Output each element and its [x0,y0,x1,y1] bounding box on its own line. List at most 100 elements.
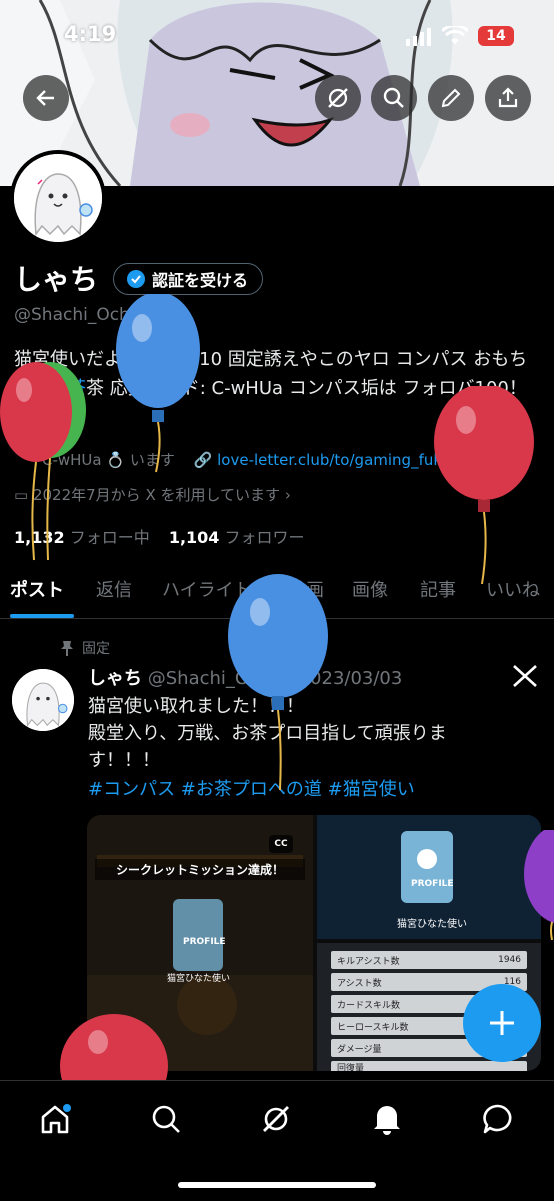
post-text-line: 猫宮使い取れました！！！ [88,696,304,717]
bio-text: フォロバ100！ [402,378,527,399]
search-icon [152,1105,180,1133]
post-header: しゃち @Shachi_Ocha · 2023/03/03 [88,668,403,689]
battery-indicator: 14 [478,26,514,46]
stat-label: キルアシスト数 [337,956,400,967]
profile-bio: 猫宮使いだよーん ☺ ✖10 固定誘えやこのヤロ コンパス おもちゃの茶茶茶 応… [14,346,540,402]
profile-handle: @Shachi_Ocha [14,305,141,325]
tab-highlights[interactable]: ハイライト [162,576,252,602]
grok-icon [263,1106,289,1132]
following-label: フォロー中 [69,528,150,547]
profile-meta-row: C-wHUa 💍 います 🔗 love-letter.club/to/gamin… [14,449,466,470]
ring-icon: 💍 [106,451,126,469]
video-duration: 1:44 [101,1033,151,1055]
avatar-ghost-illustration [12,669,74,731]
nav-notifications[interactable] [367,1099,407,1139]
compose-post-button[interactable] [463,984,541,1062]
back-button[interactable] [23,75,69,121]
nav-grok[interactable] [256,1099,296,1139]
stat-label: カードスキル数 [337,1000,401,1011]
pinned-indicator: 固定 [60,638,110,658]
profile-website-link[interactable]: love-letter.club/to/gaming_fuku… [217,451,466,469]
closed-caption-icon[interactable]: CC [269,835,293,853]
meta-ring-text: います [129,451,175,469]
post-author-name[interactable]: しゃち [88,668,142,689]
x-logo-icon [513,665,537,687]
tab-replies[interactable]: 返信 [96,576,132,602]
get-verified-label: 認証を受ける [152,271,249,290]
pinned-label: 固定 [82,641,110,657]
tab-posts[interactable]: ポスト [10,576,64,602]
home-icon [41,1104,71,1134]
bio-emoji-icon: ☺ [163,353,179,369]
followers-label: フォロワー [224,528,305,547]
tab-images[interactable]: 画像 [352,576,388,602]
battery-level: 14 [486,28,506,44]
stat-value: 1946 [498,955,521,965]
following-count: 1,132 [14,528,65,547]
card-label: PROFILE [411,879,454,889]
media-video-left[interactable]: シークレットミッション達成！ PROFILE 猫宮ひなた使い CC 1:44 [87,815,313,1071]
stat-label: ダメージ量 [337,1044,382,1055]
tab-articles[interactable]: 記事 [420,576,456,602]
share-button[interactable] [485,75,531,121]
edit-button[interactable] [428,75,474,121]
balloon-decoration [434,386,534,585]
card-caption: 猫宮ひなた使い [397,919,467,930]
follow-counts: 1,132 フォロー中 1,104 フォロワー [14,524,305,548]
stat-label: アシスト数 [337,978,382,989]
tab-videos[interactable]: 動画 [288,576,324,602]
status-time: 4:19 [64,22,117,46]
search-button[interactable] [371,75,417,121]
pin-icon [61,641,73,656]
message-bubble-icon [483,1104,512,1134]
share-icon [498,87,518,108]
stat-row: 回復量 [331,1061,527,1071]
stat-label: ヒーロースキル数 [337,1022,409,1033]
post-more-icon[interactable] [512,664,538,692]
verified-badge-icon [127,270,145,288]
followers-link[interactable]: 1,104 フォロワー [169,528,305,547]
grok-button[interactable] [315,75,361,121]
bio-text: 猫宮使いだよーん [14,349,158,370]
plus-icon [490,1011,514,1035]
signal-icon [406,28,432,50]
profile-name: しゃち [14,263,99,296]
post-text-line: す！！！ [88,750,160,771]
wifi-icon [440,24,470,50]
active-tab-indicator [10,614,74,618]
get-verified-button[interactable]: 認証を受ける [113,263,264,295]
profile-joined-row[interactable]: ▭ 2022年7月から X を利用しています › [14,484,291,505]
search-icon [383,87,404,108]
calendar-icon: ▭ [14,486,29,504]
card-caption: 猫宮ひなた使い [167,974,231,984]
home-indicator [178,1182,376,1188]
post-author-handle: @Shachi_Ocha [147,668,282,689]
pencil-icon [441,88,461,108]
following-link[interactable]: 1,132 フォロー中 [14,528,150,547]
stat-row: キルアシスト数 1946 [331,951,527,969]
nav-search[interactable] [146,1099,186,1139]
bio-text: 茶 応援コード: C-wHUa コンパス垢は [86,378,397,399]
profile-avatar[interactable] [10,150,106,246]
bio-text: ✖10 固定誘えやこのヤロ コンパス [184,349,468,370]
post-author-avatar[interactable] [12,669,74,731]
arrow-left-icon [36,90,54,106]
nav-home[interactable] [35,1099,75,1139]
post-text-line: 殿堂入り、万戦、お茶プロ目指して頑張りま [88,723,447,744]
bell-icon [374,1106,400,1135]
post-text: 猫宮使い取れました！！！ 殿堂入り、万戦、お茶プロ目指して頑張りま す！！！ [88,693,528,774]
profile-tabs: ポスト 返信 ハイライト 動画 画像 記事 いいね [0,566,554,619]
avatar-ghost-illustration [14,154,102,242]
tab-likes[interactable]: いいね [486,576,540,602]
bio-link[interactable]: 茶茶 [50,378,86,399]
link-icon: 🔗 [193,451,213,469]
post-date: 2023/03/03 [298,668,403,689]
stat-label: 回復量 [337,1063,365,1072]
post-hashtags[interactable]: #コンパス #お茶プロへの道 #猫宮使い [88,775,415,801]
mission-banner-text: シークレットミッション達成！ [95,859,305,880]
meta-code: C-wHUa [42,451,102,469]
nav-messages[interactable] [478,1099,518,1139]
joined-date: 2022年7月から X を利用しています [32,486,281,504]
chevron-right-icon: › [284,486,291,504]
media-image-top-right[interactable]: PROFILE 猫宮ひなた使い [317,815,541,939]
